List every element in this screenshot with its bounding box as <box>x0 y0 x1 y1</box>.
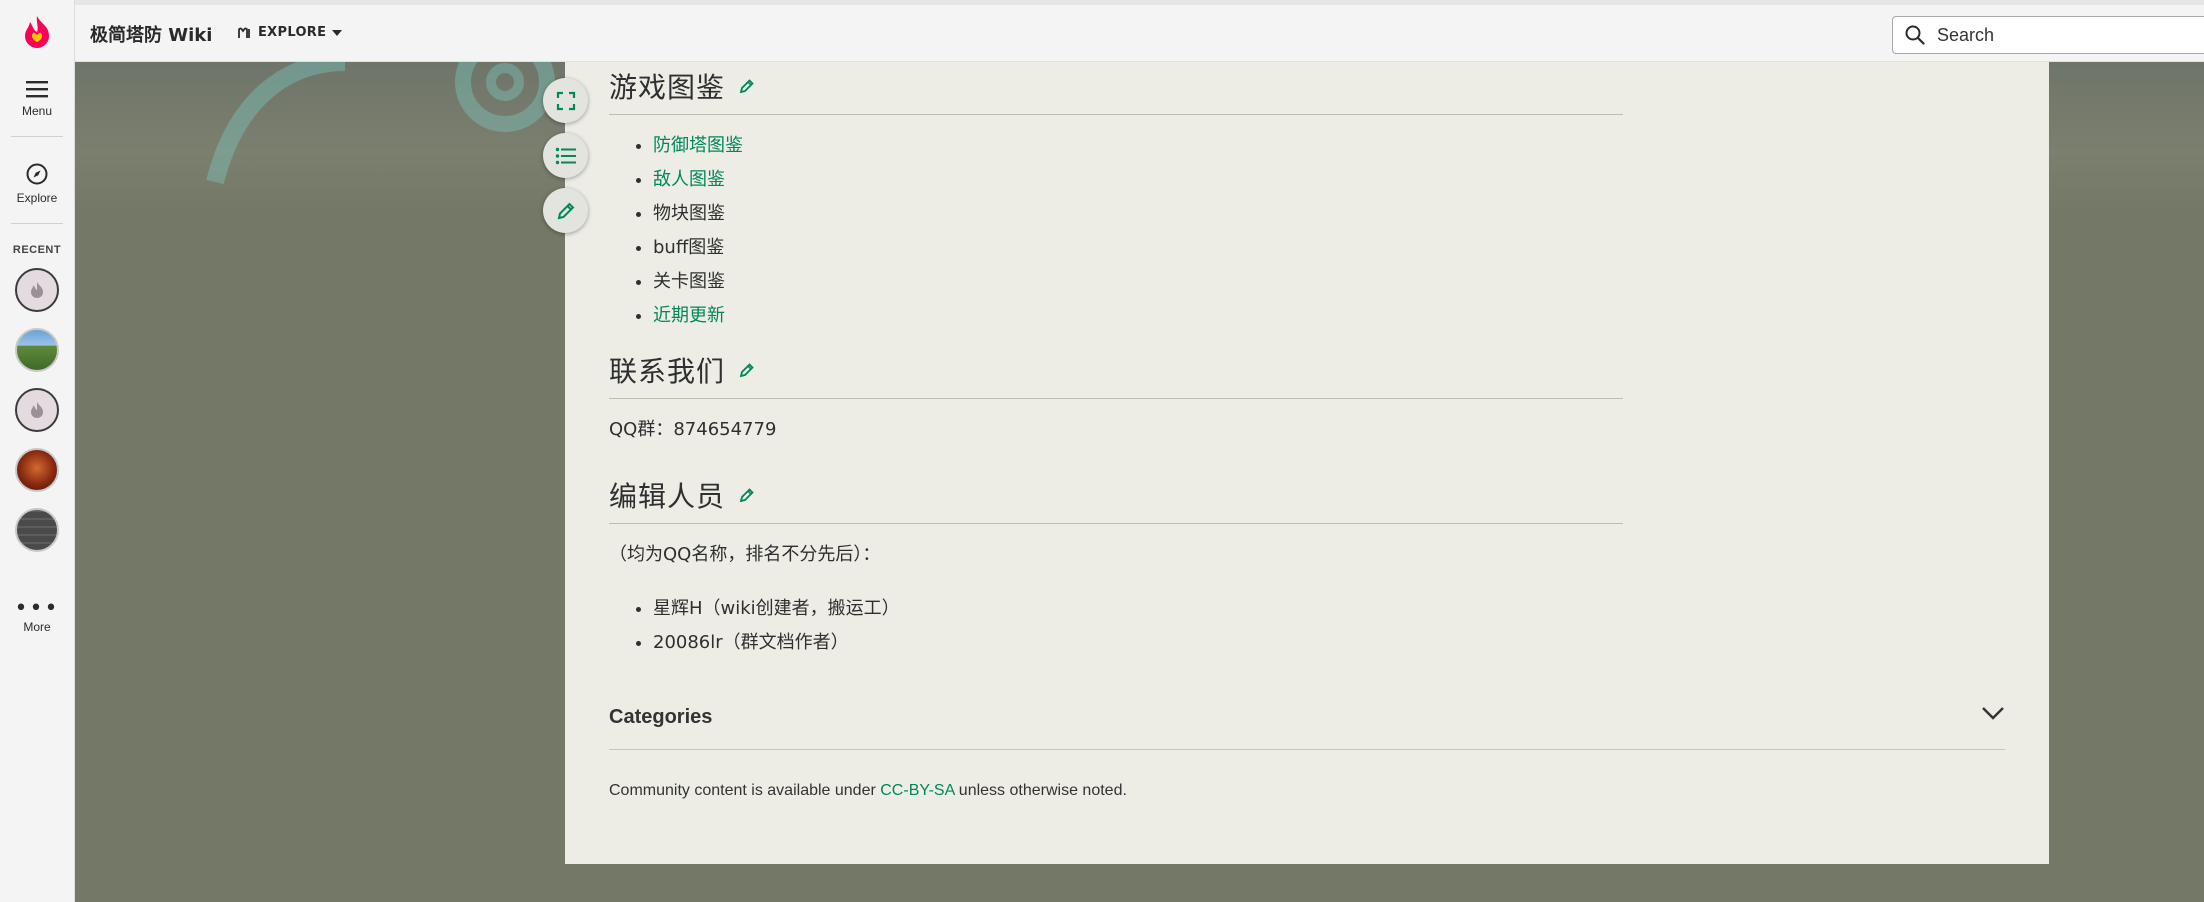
more-dots-icon: ••• <box>14 596 60 621</box>
global-navigation: Menu Explore RECENT ••• More <box>0 0 75 902</box>
edit-page-button[interactable] <box>543 188 588 233</box>
menu-label: Menu <box>21 104 53 118</box>
edit-section-icon[interactable] <box>739 78 755 94</box>
explore-rail-button[interactable]: Explore <box>16 163 58 205</box>
recent-wiki-avatar[interactable] <box>15 388 59 432</box>
fandom-logo-icon[interactable] <box>19 14 55 50</box>
list-item[interactable]: 近期更新 <box>653 299 1623 333</box>
section-editors: 编辑人员 （均为QQ名称，排名不分先后）： 星辉H（wiki创建者，搬运工） 2… <box>609 475 1623 660</box>
license-prefix: Community content is available under <box>609 782 881 799</box>
more-button[interactable]: ••• More <box>14 574 60 635</box>
page-side-tools <box>543 78 588 233</box>
edit-section-icon[interactable] <box>739 487 755 503</box>
license-note: Community content is available under CC-… <box>609 782 1127 800</box>
pencil-icon <box>557 202 574 219</box>
section-heading: 游戏图鉴 <box>609 66 1623 115</box>
section-title: 游戏图鉴 <box>609 71 726 104</box>
section-game-guides: 游戏图鉴 防御塔图鉴 敌人图鉴 物块图鉴 buff图鉴 关卡图鉴 近期更新 <box>609 66 1623 333</box>
hamburger-icon <box>26 81 48 98</box>
guide-text: 关卡图鉴 <box>653 271 725 292</box>
recent-label: RECENT <box>12 244 62 256</box>
explore-label: EXPLORE <box>258 25 327 40</box>
list-item: 星辉H（wiki创建者，搬运工） <box>653 592 1623 626</box>
guide-link[interactable]: 敌人图鉴 <box>653 169 725 190</box>
recent-wiki-avatar[interactable] <box>15 328 59 372</box>
article-content: 游戏图鉴 防御塔图鉴 敌人图鉴 物块图鉴 buff图鉴 关卡图鉴 近期更新 联系… <box>565 62 2049 864</box>
guide-list: 防御塔图鉴 敌人图鉴 物块图鉴 buff图鉴 关卡图鉴 近期更新 <box>653 129 1623 333</box>
list-item: 20086lr（群文档作者） <box>653 626 1623 660</box>
guide-text: buff图鉴 <box>653 237 725 258</box>
caret-down-icon <box>332 29 343 36</box>
search-input[interactable] <box>1937 24 2197 46</box>
editors-note: （均为QQ名称，排名不分先后）： <box>609 544 881 565</box>
table-of-contents-button[interactable] <box>543 133 588 178</box>
rail-divider <box>11 136 63 137</box>
list-item: 关卡图鉴 <box>653 265 1623 299</box>
editor-name: 20086lr（群文档作者） <box>653 632 849 653</box>
guide-text: 物块图鉴 <box>653 203 725 224</box>
recent-wiki-avatar[interactable] <box>15 508 59 552</box>
chevron-down-icon[interactable] <box>1981 706 2005 720</box>
list-item[interactable]: 防御塔图鉴 <box>653 129 1623 163</box>
contact-text: QQ群：874654779 <box>609 419 777 440</box>
categories-title: Categories <box>609 706 713 728</box>
recent-wiki-avatar[interactable] <box>15 268 59 312</box>
list-item[interactable]: 敌人图鉴 <box>653 163 1623 197</box>
explore-grid-icon <box>238 27 250 38</box>
fandom-flame-icon <box>31 402 43 418</box>
fandom-flame-icon <box>31 282 43 298</box>
explore-rail-label: Explore <box>16 191 58 205</box>
expand-icon <box>556 91 575 110</box>
rail-divider <box>11 223 63 224</box>
guide-link[interactable]: 防御塔图鉴 <box>653 135 743 156</box>
menu-button[interactable]: Menu <box>22 80 52 118</box>
section-title: 编辑人员 <box>609 480 726 513</box>
list-item: buff图鉴 <box>653 231 1623 265</box>
categories-bar[interactable]: Categories <box>609 706 2005 750</box>
search-icon <box>1905 25 1925 45</box>
editors-list: 星辉H（wiki创建者，搬运工） 20086lr（群文档作者） <box>653 592 1623 660</box>
edit-section-icon[interactable] <box>739 362 755 378</box>
section-title: 联系我们 <box>609 355 726 388</box>
wiki-name-link[interactable]: 极简塔防 Wiki <box>90 21 212 47</box>
fullscreen-button[interactable] <box>543 78 588 123</box>
section-heading: 编辑人员 <box>609 475 1623 524</box>
community-header: 极简塔防 Wiki EXPLORE <box>75 0 2204 62</box>
editor-name: 星辉H（wiki创建者，搬运工） <box>653 598 900 619</box>
license-link[interactable]: CC-BY-SA <box>880 782 954 799</box>
list-icon <box>555 147 576 164</box>
search-box[interactable] <box>1892 16 2204 54</box>
compass-icon <box>26 163 48 185</box>
section-contact: 联系我们 QQ群：874654779 <box>609 350 1623 441</box>
explore-dropdown[interactable]: EXPLORE <box>238 25 343 40</box>
license-suffix: unless otherwise noted. <box>954 782 1127 799</box>
section-heading: 联系我们 <box>609 350 1623 399</box>
list-item: 物块图鉴 <box>653 197 1623 231</box>
recent-wiki-avatar[interactable] <box>15 448 59 492</box>
guide-link[interactable]: 近期更新 <box>653 305 725 326</box>
more-label: More <box>23 620 51 634</box>
